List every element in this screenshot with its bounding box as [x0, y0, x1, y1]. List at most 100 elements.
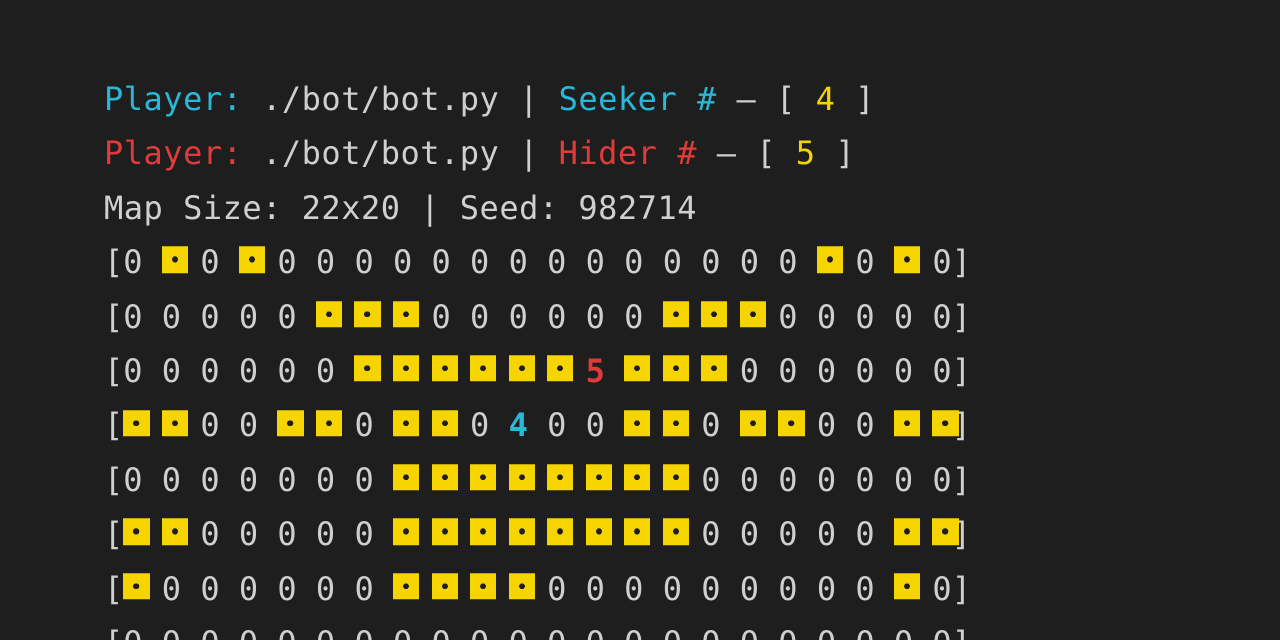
empty-cell: 0 [740, 562, 779, 616]
empty-cell: 0 [354, 562, 393, 616]
block-icon [470, 355, 496, 381]
empty-cell: 0 [354, 616, 393, 640]
empty-cell: 0 [663, 235, 702, 289]
empty-cell: 0 [162, 616, 201, 640]
block-icon [932, 410, 958, 436]
block-icon [277, 410, 303, 436]
block-icon [586, 519, 612, 545]
block-cell [316, 398, 355, 452]
block-icon [663, 355, 689, 381]
grid-row: [00000 000000 00000] [104, 290, 1280, 344]
empty-cell: 0 [123, 290, 162, 344]
grid-row: [ 000000 000000000 0] [104, 562, 1280, 616]
block-icon [663, 464, 689, 490]
empty-cell: 0 [624, 616, 663, 640]
block-icon [894, 519, 920, 545]
block-icon [663, 301, 689, 327]
empty-cell: 0 [740, 235, 779, 289]
empty-cell: 0 [817, 616, 856, 640]
empty-cell: 0 [932, 290, 951, 344]
empty-cell: 0 [277, 616, 316, 640]
empty-cell: 0 [277, 344, 316, 398]
block-icon [701, 355, 727, 381]
map-size-value: 22x20 [302, 189, 401, 227]
empty-cell: 0 [855, 562, 894, 616]
block-icon [663, 519, 689, 545]
block-cell [316, 290, 355, 344]
block-icon [432, 410, 458, 436]
block-icon [393, 301, 419, 327]
block-cell [393, 453, 432, 507]
empty-cell: 0 [393, 616, 432, 640]
bracket-open: [ [756, 134, 776, 172]
block-cell [817, 235, 856, 289]
map-grid: [0 0 00000000000000 0 0][00000 000000 00… [104, 235, 1280, 640]
block-cell [932, 398, 951, 452]
block-cell [470, 453, 509, 507]
seeker-path: ./bot/bot.py [262, 80, 499, 118]
block-cell [624, 453, 663, 507]
block-cell [393, 507, 432, 561]
empty-cell: 0 [701, 453, 740, 507]
empty-cell: 0 [586, 290, 625, 344]
block-icon [624, 519, 650, 545]
block-icon [470, 573, 496, 599]
empty-cell: 0 [200, 562, 239, 616]
block-cell [624, 344, 663, 398]
empty-cell: 0 [316, 344, 355, 398]
empty-cell: 0 [855, 344, 894, 398]
empty-cell: 0 [277, 507, 316, 561]
block-cell [894, 235, 933, 289]
block-icon [162, 247, 188, 273]
empty-cell: 0 [123, 453, 162, 507]
bracket-close: ] [855, 80, 875, 118]
empty-cell: 0 [894, 453, 933, 507]
empty-cell: 0 [239, 453, 278, 507]
bracket-open: [ [104, 298, 123, 336]
block-cell [778, 398, 817, 452]
empty-cell: 0 [470, 235, 509, 289]
block-icon [624, 464, 650, 490]
block-cell [393, 562, 432, 616]
bracket-close: ] [835, 134, 855, 172]
block-icon [123, 519, 149, 545]
block-cell [894, 398, 933, 452]
empty-cell: 0 [123, 616, 162, 640]
empty-cell: 0 [778, 235, 817, 289]
block-icon [509, 464, 535, 490]
empty-cell: 0 [200, 290, 239, 344]
empty-cell: 0 [354, 235, 393, 289]
block-cell [470, 562, 509, 616]
block-cell [586, 507, 625, 561]
block-icon [509, 355, 535, 381]
bracket-close: ] [952, 624, 971, 640]
empty-cell: 0 [239, 616, 278, 640]
grid-row: [0000000000000000000000] [104, 616, 1280, 640]
bracket-open: [ [104, 243, 123, 281]
block-icon [393, 464, 419, 490]
block-cell [393, 290, 432, 344]
terminal-output: Player: ./bot/bot.py | Seeker # – [ 4 ] … [0, 0, 1280, 640]
empty-cell: 0 [740, 616, 779, 640]
bracket-close: ] [952, 352, 971, 390]
grid-row: [000000 5 000000] [104, 344, 1280, 398]
block-icon [393, 573, 419, 599]
empty-cell: 0 [354, 507, 393, 561]
empty-cell: 0 [470, 398, 509, 452]
block-icon [354, 301, 380, 327]
map-size-label: Map Size: [104, 189, 282, 227]
bracket-close: ] [952, 461, 971, 499]
block-icon [509, 519, 535, 545]
block-cell [162, 507, 201, 561]
empty-cell: 0 [932, 235, 951, 289]
bracket-open: [ [104, 624, 123, 640]
block-cell [586, 453, 625, 507]
block-cell [663, 344, 702, 398]
empty-cell: 0 [162, 453, 201, 507]
empty-cell: 0 [200, 344, 239, 398]
block-cell [894, 562, 933, 616]
player-prefix: Player: [104, 134, 242, 172]
grid-row: [0 0 00000000000000 0 0] [104, 235, 1280, 289]
bracket-open: [ [104, 461, 123, 499]
block-icon [123, 573, 149, 599]
